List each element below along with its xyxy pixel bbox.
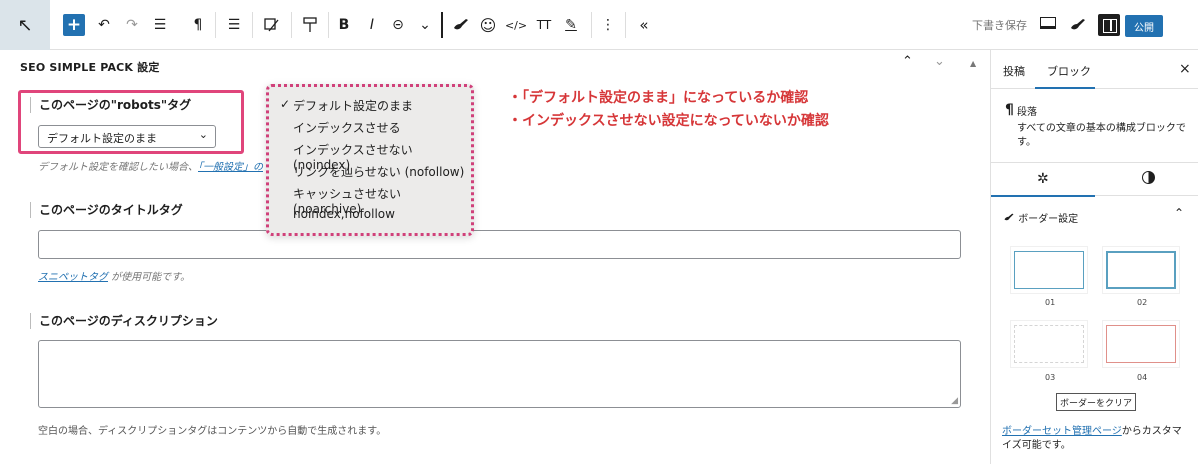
block-name: 段落 — [1017, 107, 1037, 118]
callout-text: ・インデックスさせない設定になっていないか確認 — [508, 113, 829, 129]
dropdown-option[interactable]: リンクを辿らせない (nofollow) — [293, 163, 464, 180]
brush-icon — [1004, 213, 1014, 221]
undo-icon[interactable]: ↶ — [96, 13, 112, 37]
check-icon: ✓ — [280, 97, 291, 111]
format-icon[interactable] — [300, 13, 320, 37]
border-swatch-01[interactable] — [1010, 246, 1088, 294]
toolbar-separator — [591, 12, 592, 38]
link-icon[interactable]: ⊝ — [390, 13, 406, 37]
dropdown-option[interactable]: インデックスさせる — [293, 119, 401, 136]
text-size-icon[interactable]: TT — [535, 13, 553, 37]
border-manage-note: ボーダーセット管理ページからカスタマイズ可能です。 — [1002, 425, 1188, 453]
move-down-icon[interactable]: ⌄ — [934, 54, 945, 69]
brush-icon[interactable] — [452, 13, 470, 37]
toolbar-separator — [291, 12, 292, 38]
title-tag-label: このページのタイトルタグ — [30, 202, 183, 218]
more-chevron-icon[interactable]: ⌄ — [418, 13, 432, 37]
callout-text: ・「デフォルト設定のまま」になっているか確認 — [508, 90, 809, 106]
dropdown-option[interactable]: noindex,nofollow — [293, 207, 395, 221]
robots-help: デフォルト設定を確認したい場合、「一般設定」の — [38, 158, 263, 173]
block-subtabs: ✲ — [991, 162, 1198, 197]
toolbar-separator — [625, 12, 626, 38]
title-tag-help: スニペットタグ が使用可能です。 — [38, 268, 190, 283]
border-swatch-04[interactable] — [1102, 320, 1180, 368]
tab-post[interactable]: 投稿 — [1003, 63, 1025, 79]
add-block-button[interactable]: + — [63, 14, 85, 36]
toolbar-separator — [328, 12, 329, 38]
highlight-icon[interactable] — [262, 13, 282, 37]
scroll-up-icon[interactable]: ▲ — [970, 59, 976, 68]
code-icon[interactable]: </> — [505, 13, 527, 37]
contrast-icon[interactable] — [1142, 171, 1155, 184]
editor-toolbar: ↖ + ↶ ↷ ☰ ¶ ☰ B I ⊝ ⌄ ☺ </> TT ✎ ⋮ « 下書き… — [0, 0, 1198, 50]
paragraph-block-icon: ¶ — [1005, 102, 1014, 118]
robots-highlight-frame — [18, 90, 244, 154]
general-settings-link[interactable]: 「一般設定」の — [198, 162, 263, 173]
pen-icon[interactable]: ✎ — [563, 13, 579, 37]
description-label: このページのディスクリプション — [30, 313, 218, 329]
publish-button[interactable]: 公開 — [1125, 15, 1163, 37]
sidebar-tabs: 投稿 ブロック × — [991, 50, 1198, 89]
italic-icon[interactable]: I — [365, 13, 379, 37]
toolbar-separator — [252, 12, 253, 38]
description-note: 空白の場合、ディスクリプションタグはコンテンツから自動で生成されます。 — [38, 426, 387, 437]
paragraph-icon[interactable]: ¶ — [190, 13, 206, 37]
block-description: すべての文章の基本の構成ブロックです。 — [1017, 123, 1186, 148]
dropdown-option[interactable]: デフォルト設定のまま — [293, 97, 413, 114]
align-icon[interactable]: ☰ — [226, 13, 242, 37]
border-swatch-03[interactable] — [1010, 320, 1088, 368]
panel-title: SEO SIMPLE PACK 設定 — [20, 61, 160, 74]
seo-simple-pack-panel: SEO SIMPLE PACK 設定 ⌃ ⌄ ▲ このページの"robots"タ… — [0, 50, 990, 464]
swatch-label: 02 — [1137, 298, 1148, 307]
description-textarea[interactable]: ◢ — [38, 340, 961, 408]
select-arrow-icon[interactable]: ↖ — [0, 0, 50, 50]
settings-subtab-indicator — [991, 195, 1095, 197]
border-settings-label: ボーダー設定 — [1018, 214, 1079, 225]
border-settings-title[interactable]: ボーダー設定 — [1003, 210, 1078, 225]
swatch-label: 04 — [1137, 373, 1148, 382]
move-up-icon[interactable]: ⌃ — [902, 54, 913, 69]
list-view-icon[interactable]: ☰ — [152, 13, 168, 37]
gear-icon[interactable]: ✲ — [1037, 171, 1049, 187]
redo-icon[interactable]: ↷ — [124, 13, 140, 37]
brush-plugin-icon[interactable] — [1068, 13, 1088, 37]
save-draft-button[interactable]: 下書き保存 — [972, 17, 1027, 33]
swatch-label: 01 — [1045, 298, 1056, 307]
robots-dropdown-menu: ✓ デフォルト設定のまま インデックスさせる インデックスさせない (noind… — [266, 84, 474, 236]
more-options-icon[interactable]: ⋮ — [601, 13, 615, 37]
tab-block-indicator — [1035, 87, 1095, 89]
robots-help-text: デフォルト設定を確認したい場合、 — [38, 162, 198, 173]
close-icon[interactable]: × — [1179, 61, 1191, 77]
chevron-up-icon[interactable]: ⌃ — [1174, 206, 1184, 220]
resize-grip-icon[interactable]: ◢ — [951, 396, 958, 406]
toolbar-separator — [441, 12, 443, 38]
emoji-icon[interactable]: ☺ — [480, 13, 497, 37]
swatch-label: 03 — [1045, 373, 1056, 382]
clear-border-button[interactable]: ボーダーをクリア — [1056, 393, 1136, 411]
title-tag-input[interactable] — [38, 230, 961, 259]
bold-icon[interactable]: B — [337, 13, 351, 37]
settings-sidebar-toggle[interactable] — [1098, 14, 1120, 36]
border-manage-link[interactable]: ボーダーセット管理ページ — [1002, 426, 1122, 437]
tab-block[interactable]: ブロック — [1047, 63, 1091, 79]
preview-device-icon[interactable] — [1040, 17, 1056, 29]
border-swatch-02[interactable] — [1102, 246, 1180, 294]
toolbar-separator — [215, 12, 216, 38]
title-tag-help-text: が使用可能です。 — [108, 272, 191, 283]
snippet-tag-link[interactable]: スニペットタグ — [38, 272, 108, 283]
collapse-icon[interactable]: « — [636, 13, 652, 37]
